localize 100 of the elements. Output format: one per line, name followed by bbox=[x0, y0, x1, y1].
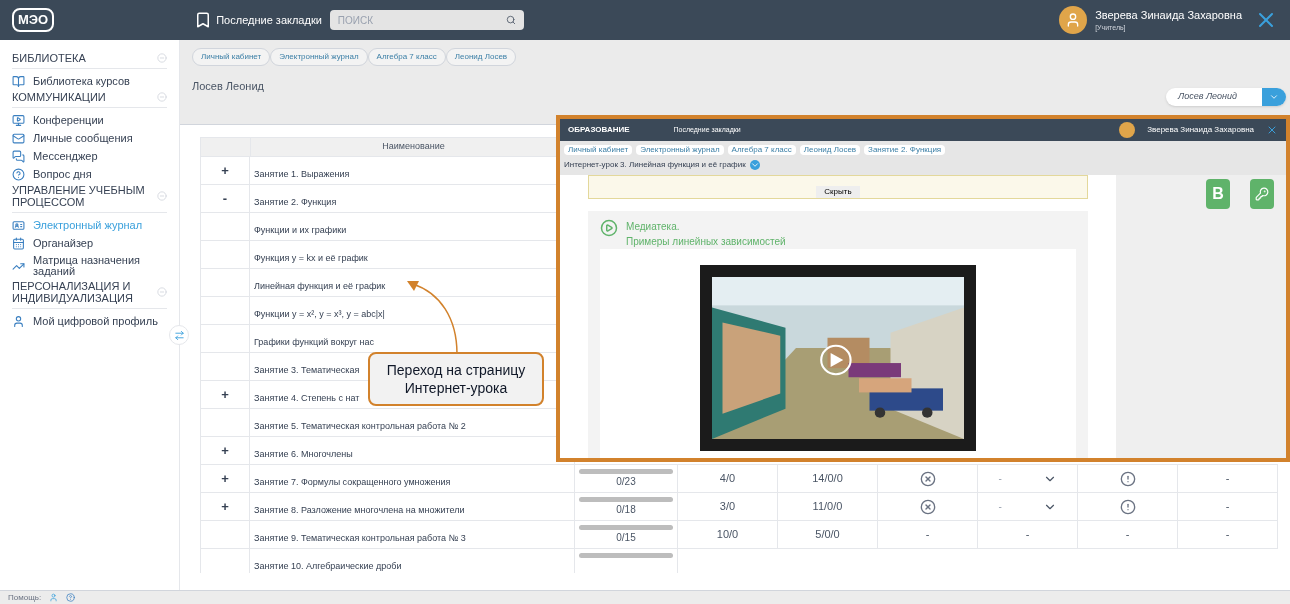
video-player[interactable] bbox=[700, 265, 976, 451]
inset-brand: ОБРАЗОВАНИЕ bbox=[568, 124, 630, 136]
table-cell-text: 11/0/0 bbox=[812, 499, 843, 515]
hide-button[interactable]: Скрыть bbox=[816, 186, 860, 198]
table-cell-text: - bbox=[998, 500, 1002, 514]
table-cell-text: 4/0 bbox=[719, 471, 736, 487]
breadcrumb[interactable]: Алгебра 7 класс bbox=[367, 48, 446, 66]
progress-value: 0/18 bbox=[616, 503, 636, 517]
breadcrumb[interactable]: Электронный журнал bbox=[270, 48, 368, 66]
expand-button[interactable]: - bbox=[222, 188, 228, 209]
calendar-icon bbox=[12, 237, 25, 250]
inset-lesson-title: Интернет-урок 3. Линейная функция и её график bbox=[564, 159, 746, 171]
avatar-icon[interactable] bbox=[1059, 6, 1088, 34]
lesson-name[interactable]: Функции y = x², y = x³, y = abc|x| bbox=[254, 309, 385, 319]
bookmarks-link[interactable]: Последние закладки bbox=[216, 11, 322, 29]
column-header: Наименование bbox=[382, 140, 445, 154]
lesson-name[interactable]: Занятие 4. Степень с нат bbox=[254, 393, 360, 403]
table-cell-text: 3/0 bbox=[719, 499, 736, 515]
journal-icon bbox=[12, 219, 25, 232]
lesson-name[interactable]: Занятие 8. Разложение многочлена на множители bbox=[254, 505, 465, 515]
table-cell-text: 10/0 bbox=[716, 527, 739, 543]
sidebar-item[interactable]: Матрица назначения заданий bbox=[12, 253, 167, 279]
help-icon bbox=[12, 168, 25, 181]
alert-icon bbox=[1119, 498, 1136, 515]
sidebar-item[interactable]: Библиотека курсов bbox=[12, 73, 167, 90]
table-cell-text: - bbox=[1125, 527, 1130, 543]
sidebar-item[interactable]: Личные сообщения bbox=[12, 130, 167, 147]
breadcrumb[interactable]: Леонид Лосев bbox=[445, 48, 517, 66]
user-icon[interactable] bbox=[49, 593, 59, 602]
table-cell-text: - bbox=[1225, 499, 1230, 515]
breadcrumb[interactable]: Личный кабинет bbox=[192, 48, 271, 66]
search-icon[interactable] bbox=[505, 15, 516, 25]
expand-button[interactable]: + bbox=[221, 160, 229, 181]
progress-value: 0/15 bbox=[616, 531, 636, 545]
collapse-icon[interactable] bbox=[157, 92, 167, 102]
lesson-name[interactable]: Занятие 7. Формулы сокращенного умножения bbox=[254, 477, 451, 487]
inset-breadcrumb[interactable]: Занятие 2. Функция bbox=[864, 145, 946, 155]
video-icon bbox=[12, 114, 25, 127]
table-cell-text: - bbox=[1225, 471, 1230, 487]
section-title: ПЕРСОНАЛИЗАЦИЯ И ИНДИВИДУАЛИЗАЦИЯ bbox=[12, 280, 134, 304]
callout-text: Переход на страницу bbox=[386, 361, 526, 379]
inset-user-name: Зверева Зинаида Захаровна bbox=[1147, 124, 1254, 136]
lesson-name[interactable]: Занятие 6. Многочлены bbox=[254, 449, 353, 459]
inset-breadcrumb[interactable]: Личный кабинет bbox=[564, 145, 633, 155]
section-title: КОММУНИКАЦИИ bbox=[12, 91, 107, 103]
expand-button[interactable]: + bbox=[221, 440, 229, 461]
sidebar-item[interactable]: Конференции bbox=[12, 112, 167, 129]
lesson-name[interactable]: Занятие 2. Функция bbox=[254, 197, 337, 207]
close-icon[interactable] bbox=[1266, 124, 1278, 136]
callout-text: Интернет-урока bbox=[404, 379, 508, 397]
key-icon bbox=[1255, 187, 1269, 201]
inset-breadcrumb[interactable]: Леонид Лосев bbox=[799, 145, 861, 155]
play-icon bbox=[600, 219, 618, 237]
section-title: УПРАВЛЕНИЕ УЧЕБНЫМ ПРОЦЕССОМ bbox=[12, 184, 146, 208]
table-cell-text: 14/0/0 bbox=[812, 471, 843, 487]
cancel-icon bbox=[919, 470, 936, 487]
lesson-name[interactable]: Занятие 3. Тематическая bbox=[254, 365, 360, 375]
sidebar-toggle[interactable] bbox=[169, 325, 189, 345]
book-icon bbox=[12, 75, 25, 88]
student-select[interactable]: Лосев Леонид bbox=[1166, 88, 1286, 106]
table-cell-text: - bbox=[1025, 527, 1030, 543]
user-icon bbox=[12, 315, 25, 328]
expand-button[interactable]: + bbox=[221, 384, 229, 405]
collapse-icon[interactable] bbox=[157, 287, 167, 297]
envelope-icon bbox=[12, 132, 25, 145]
search-field[interactable]: ПОИСК bbox=[329, 10, 524, 30]
table-cell-text: - bbox=[998, 472, 1002, 486]
media-title: Медиатека. bbox=[626, 220, 681, 234]
sidebar-item[interactable]: Мой цифровой профиль bbox=[12, 313, 167, 330]
collapse-icon[interactable] bbox=[157, 53, 167, 63]
lesson-name[interactable]: Занятие 9. Тематическая контрольная работа № 3 bbox=[254, 533, 466, 543]
inset-breadcrumb[interactable]: Электронный журнал bbox=[636, 145, 724, 155]
expand-button[interactable]: + bbox=[221, 496, 229, 517]
inset-breadcrumb[interactable]: Алгебра 7 класс bbox=[727, 145, 796, 155]
lesson-name[interactable]: Функция y = kx и её график bbox=[254, 253, 368, 263]
logo[interactable]: МЭО bbox=[12, 8, 55, 32]
user-name[interactable]: Зверева Зинаида Захаровна bbox=[1095, 6, 1242, 23]
lesson-name[interactable]: Линейная функция и её график bbox=[254, 281, 386, 291]
sidebar-item[interactable]: Мессенджер bbox=[12, 148, 167, 165]
lesson-name[interactable]: Занятие 1. Выражения bbox=[254, 169, 350, 179]
page-title: Лосев Леонид bbox=[192, 79, 264, 94]
progress-value: 0/23 bbox=[616, 475, 636, 489]
alert-icon bbox=[1119, 470, 1136, 487]
key-button[interactable] bbox=[1250, 179, 1274, 209]
lesson-name[interactable]: Функции и их графики bbox=[254, 225, 347, 235]
sidebar-item[interactable]: Органайзер bbox=[12, 235, 167, 252]
table-cell-text: - bbox=[1225, 527, 1230, 543]
lesson-name[interactable]: Занятие 5. Тематическая контрольная работа № 2 bbox=[254, 421, 466, 431]
chevron-icon bbox=[1269, 92, 1279, 102]
sidebar-item[interactable]: Вопрос дня bbox=[12, 166, 167, 183]
chat-icon bbox=[12, 150, 25, 163]
help-icon[interactable] bbox=[66, 593, 76, 602]
lesson-name[interactable]: Занятие 10. Алгебраические дроби bbox=[254, 561, 402, 571]
table-cell-text: - bbox=[925, 527, 930, 543]
expand-button[interactable]: + bbox=[221, 468, 229, 489]
lesson-name[interactable]: Графики функций вокруг нас bbox=[254, 337, 374, 347]
table-cell-text: 5/0/0 bbox=[815, 527, 840, 543]
collapse-icon[interactable] bbox=[157, 191, 167, 201]
avatar-icon bbox=[1119, 122, 1136, 138]
swap-icon bbox=[173, 329, 185, 341]
